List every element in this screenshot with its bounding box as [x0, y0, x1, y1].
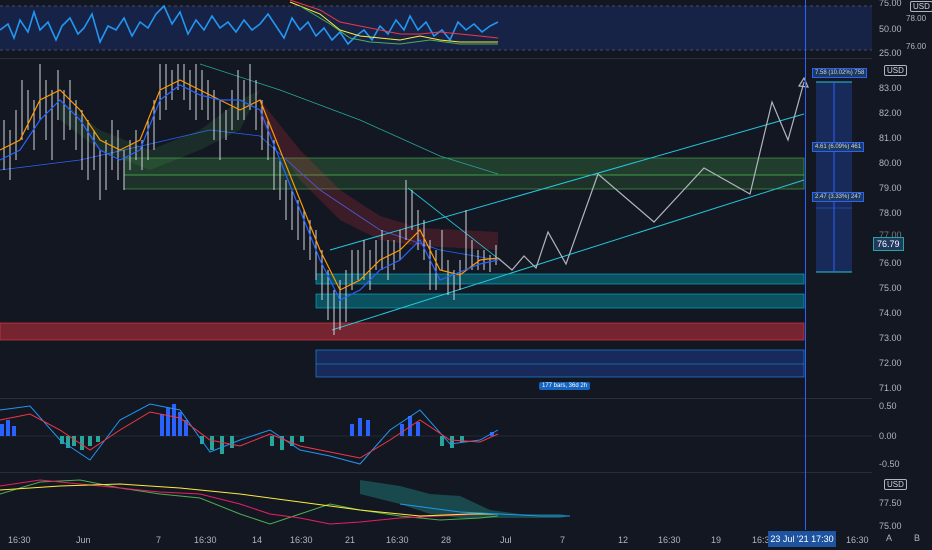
time-tick: 16:30: [658, 535, 681, 545]
price-chart: [0, 63, 852, 378]
price-pane[interactable]: [0, 60, 872, 396]
time-tick: 16:30: [290, 535, 313, 545]
log-scale-button[interactable]: B: [914, 533, 920, 543]
price-tick-79: 79.00: [879, 183, 902, 193]
rsi-tick-25: 25.00: [879, 48, 902, 58]
price-tick-78: 78.00: [879, 208, 902, 218]
auto-scale-button[interactable]: A: [886, 533, 892, 543]
time-tick: 12: [618, 535, 629, 545]
time-tick: 21: [345, 535, 356, 545]
price-tick-73: 73.00: [879, 333, 902, 343]
projection-label-bottom: 2.47 (3.33%) 247: [812, 192, 865, 202]
currency-badge-rsi[interactable]: USD: [910, 1, 932, 12]
teal-zone-upper: [315, 273, 805, 285]
rsi-badge-76: 76.00: [906, 42, 927, 51]
blue-zone: [315, 349, 805, 378]
green-zone-upper: [123, 157, 805, 176]
time-tick: Jun: [76, 535, 91, 545]
crosshair-line: [805, 0, 806, 530]
time-tick: 28: [441, 535, 452, 545]
projection-label-top: 7.58 (10.02%) 758: [812, 68, 868, 78]
red-zone: [0, 322, 805, 341]
time-tick: Jul: [500, 535, 512, 545]
projection-label-middle: 4.61 (6.09%) 461: [812, 142, 865, 152]
currency-badge-price[interactable]: USD: [884, 65, 907, 76]
rsi-pane[interactable]: [0, 0, 872, 56]
time-tick: 19: [711, 535, 722, 545]
price-tick-81: 81.00: [879, 133, 902, 143]
macd-pane[interactable]: [0, 400, 872, 470]
price-tick-76: 76.00: [879, 258, 902, 268]
rsi-band: [0, 6, 872, 50]
time-tick: 7: [560, 535, 566, 545]
rsi-chart: [0, 0, 872, 51]
ichimoku-tick-7750: 77.50: [879, 498, 902, 508]
ichimoku-pane[interactable]: [0, 474, 872, 530]
price-tick-74: 74.00: [879, 308, 902, 318]
currency-badge-ichimoku[interactable]: USD: [884, 479, 907, 490]
macd-chart: [0, 403, 872, 465]
rsi-badge-78: 78.00: [906, 14, 927, 23]
price-tick-72: 72.00: [879, 358, 902, 368]
crosshair-time-label: 23 Jul '21 17:30: [768, 531, 836, 547]
macd-tick-050: 0.50: [879, 401, 897, 411]
price-tick-75: 75.00: [879, 283, 902, 293]
current-price-label: 76.79: [873, 237, 904, 251]
macd-tick-neg050: -0.50: [879, 459, 900, 469]
time-tick: 16:30: [8, 535, 31, 545]
time-tick: 16:30: [846, 535, 869, 545]
green-zone-lower: [123, 174, 805, 190]
ichimoku-chart: [0, 479, 570, 525]
price-tick-82: 82.00: [879, 108, 902, 118]
price-tick-71: 71.00: [879, 383, 902, 393]
bars-range-label: 177 bars, 36d 2h: [539, 382, 591, 390]
time-tick: 16:30: [194, 535, 217, 545]
price-tick-83: 83.00: [879, 83, 902, 93]
macd-tick-000: 0.00: [879, 431, 897, 441]
time-tick: 7: [156, 535, 162, 545]
price-tick-80: 80.00: [879, 158, 902, 168]
teal-zone-lower: [315, 293, 805, 309]
time-tick: 16:30: [386, 535, 409, 545]
time-tick: 14: [252, 535, 263, 545]
rsi-tick-50: 50.00: [879, 24, 902, 34]
rsi-tick-75: 75.00: [879, 0, 902, 8]
price-axis[interactable]: 75.00 50.00 25.00 78.00 76.00 83.00 82.0…: [872, 0, 932, 531]
